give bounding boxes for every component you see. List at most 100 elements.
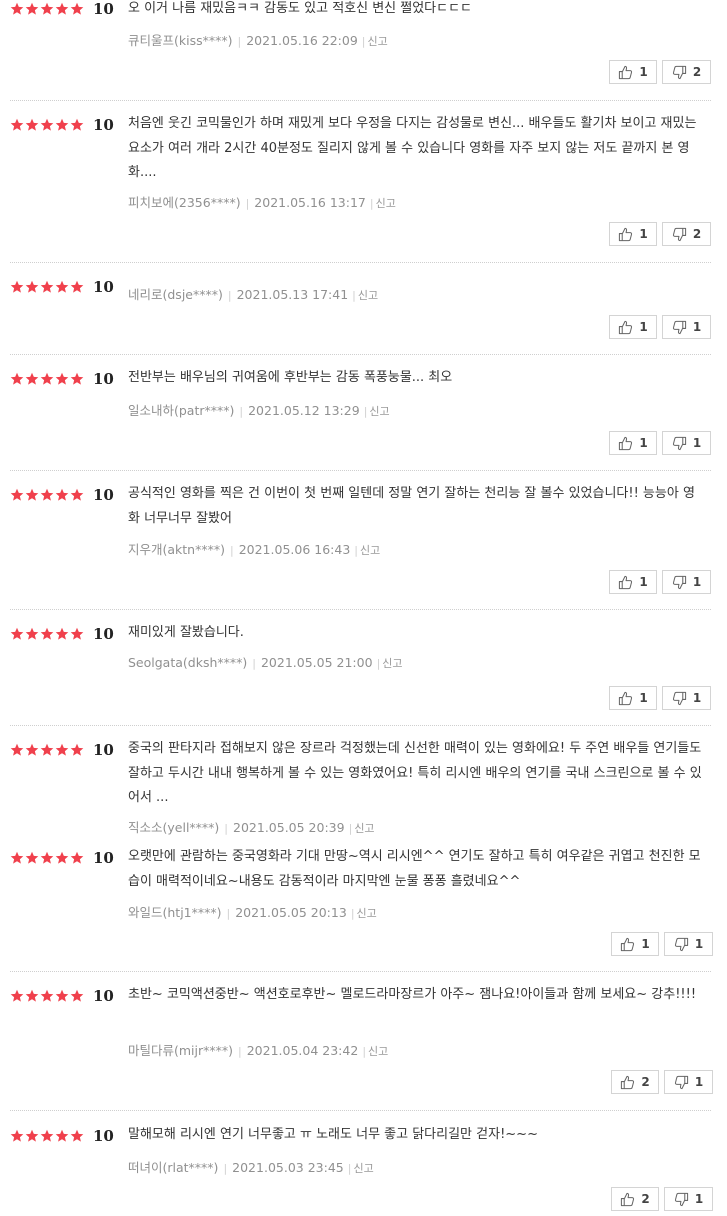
star-icon (25, 372, 39, 385)
thumbs-down-icon (672, 691, 686, 705)
report-link[interactable]: 신고 (358, 289, 378, 302)
thumbs-up-icon (621, 937, 635, 951)
star-icon (55, 118, 69, 131)
star-icon (10, 1129, 24, 1142)
review-date: 2021.05.03 23:45 (232, 1160, 344, 1175)
thumbs-up-icon (621, 1192, 635, 1206)
dislike-count: 2 (692, 227, 702, 241)
star-icon (40, 743, 54, 756)
divider (10, 262, 711, 263)
thumbs-up-icon (619, 65, 633, 79)
review-author: 지우개(aktn****) (128, 542, 225, 557)
review-date: 2021.05.04 23:42 (246, 1043, 359, 1058)
report-link[interactable]: 신고 (369, 405, 389, 418)
like-button[interactable]: 1 (609, 222, 657, 246)
rating-score: 10 (93, 278, 114, 296)
star-icon (70, 627, 84, 640)
dislike-button[interactable]: 1 (662, 431, 711, 455)
review-comment: 중국의 판타지라 접해보지 않은 장르라 걱정했는데 신선한 매력이 있는 영화… (128, 741, 702, 805)
review-comment: 재미있게 잘봤습니다. (128, 625, 244, 640)
star-icon (40, 627, 54, 640)
star-icon (55, 627, 69, 640)
dislike-button[interactable]: 1 (664, 932, 713, 956)
like-button[interactable]: 2 (611, 1187, 659, 1211)
dislike-count: 2 (692, 65, 702, 79)
dislike-button[interactable]: 1 (664, 1187, 713, 1211)
thumbs-up-icon (619, 436, 633, 450)
dislike-button[interactable]: 2 (662, 222, 711, 246)
like-button[interactable]: 1 (609, 570, 657, 594)
dislike-button[interactable]: 1 (662, 686, 711, 710)
like-button[interactable]: 1 (609, 315, 657, 339)
star-icon (40, 280, 54, 293)
review-date: 2021.05.13 17:41 (236, 287, 349, 302)
rating-score: 10 (93, 741, 114, 759)
divider (10, 971, 711, 972)
dislike-count: 1 (694, 1192, 704, 1206)
like-button[interactable]: 1 (611, 932, 659, 956)
rating-score: 10 (93, 625, 114, 643)
star-icon (25, 118, 39, 131)
review-meta: Seolgata(dksh****) | 2021.05.05 21:00 | 신고 (128, 655, 403, 670)
review-date: 2021.05.06 16:43 (238, 542, 351, 557)
like-count: 1 (639, 320, 648, 334)
review-meta: 네리로(dsje****) | 2021.05.13 17:41 | 신고 (128, 287, 379, 302)
dislike-button[interactable]: 1 (662, 315, 711, 339)
review-date: 2021.05.05 20:39 (233, 820, 345, 835)
star-icon (70, 118, 84, 131)
star-icon (40, 1129, 54, 1142)
star-icon (70, 372, 84, 385)
star-icon (10, 989, 24, 1002)
report-link[interactable]: 신고 (368, 35, 388, 48)
like-button[interactable]: 1 (609, 686, 657, 710)
star-icon (25, 743, 39, 756)
report-link[interactable]: 신고 (376, 197, 396, 210)
star-icon (25, 851, 39, 864)
review-date: 2021.05.16 13:17 (254, 195, 366, 210)
like-button[interactable]: 1 (609, 431, 657, 455)
review-comment: 처음엔 웃긴 코믹물인가 하며 재밌게 보다 우정을 다지는 감성물로 변신..… (128, 116, 697, 180)
thumbs-down-icon (672, 436, 686, 450)
thumbs-down-icon (674, 1192, 688, 1206)
thumbs-down-icon (674, 937, 688, 951)
dislike-button[interactable]: 1 (664, 1070, 713, 1094)
thumbs-down-icon (672, 320, 686, 334)
star-icon (70, 2, 84, 15)
dislike-count: 1 (694, 1075, 704, 1089)
star-icon (10, 743, 24, 756)
divider (10, 470, 711, 471)
divider (10, 609, 711, 610)
review-author: 네리로(dsje****) (128, 287, 223, 302)
star-icon (55, 280, 69, 293)
thumbs-up-icon (621, 1075, 635, 1089)
divider (10, 1110, 711, 1111)
like-button[interactable]: 2 (611, 1070, 659, 1094)
star-icon (55, 851, 69, 864)
dislike-button[interactable]: 1 (662, 570, 711, 594)
rating-score: 10 (93, 849, 114, 867)
review-meta: 지우개(aktn****) | 2021.05.06 16:43 | 신고 (128, 542, 381, 557)
star-icon (25, 627, 39, 640)
star-rating (10, 627, 84, 641)
report-link[interactable]: 신고 (382, 657, 402, 670)
star-icon (70, 1129, 84, 1142)
report-link[interactable]: 신고 (353, 1162, 373, 1175)
star-rating (10, 743, 84, 757)
report-link[interactable]: 신고 (360, 544, 380, 557)
dislike-count: 1 (692, 436, 702, 450)
review-comment: 초반~ 코믹액션중반~ 액션호로후반~ 멜로드라마장르가 아주~ 잼나요!아이들… (128, 987, 697, 1002)
review-author: 마틸다류(mijr****) (128, 1043, 234, 1058)
star-icon (25, 1129, 39, 1142)
report-link[interactable]: 신고 (354, 822, 374, 835)
thumbs-down-icon (672, 65, 686, 79)
star-icon (55, 989, 69, 1002)
like-count: 2 (641, 1192, 650, 1206)
star-icon (10, 627, 24, 640)
like-count: 1 (639, 227, 648, 241)
review-date: 2021.05.05 20:13 (235, 905, 347, 920)
report-link[interactable]: 신고 (357, 907, 377, 920)
like-button[interactable]: 1 (609, 60, 657, 84)
review-meta: 떠녀이(rlat****) | 2021.05.03 23:45 | 신고 (128, 1160, 374, 1175)
report-link[interactable]: 신고 (368, 1045, 388, 1058)
dislike-button[interactable]: 2 (662, 60, 711, 84)
